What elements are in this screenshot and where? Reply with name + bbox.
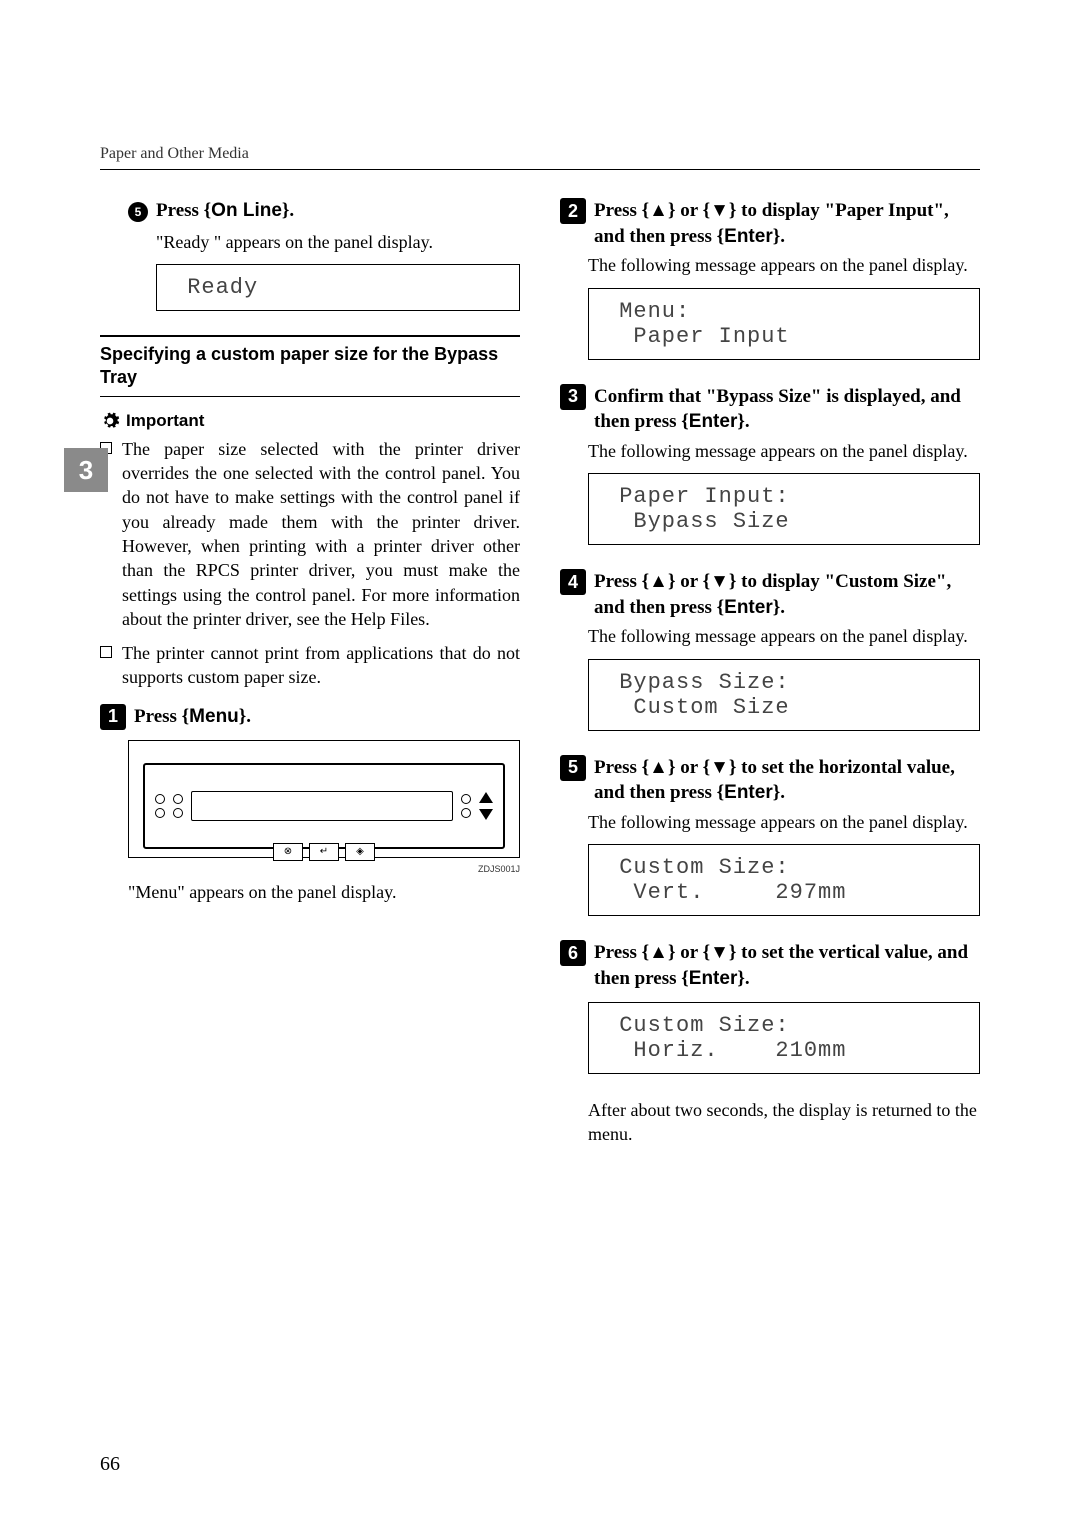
step-number-icon: 1	[100, 704, 126, 730]
step-number-icon: 4	[560, 569, 586, 595]
step-6-text: Press {▲} or {▼} to set the vertical val…	[594, 940, 980, 991]
step-number-icon: 3	[560, 384, 586, 410]
substep-text: Press {On Line}.	[156, 198, 294, 224]
t: or	[675, 571, 702, 592]
step-1: 1 Press {Menu}.	[100, 704, 520, 730]
t: or	[675, 200, 702, 221]
t: .	[780, 782, 785, 803]
lcd-menu: Menu: Paper Input	[588, 288, 980, 360]
t: .	[745, 411, 750, 432]
step-3: 3 Confirm that "Bypass Size" is displaye…	[560, 384, 980, 435]
period: .	[246, 706, 251, 727]
down-arrow-key-icon: ▼	[710, 940, 729, 966]
panel-btn-icon: ⊗	[273, 843, 303, 861]
press-label: Press	[156, 200, 204, 221]
lcd-custom-horiz: Custom Size: Horiz. 210mm	[588, 1002, 980, 1074]
msg-body: The following message appears on the pan…	[588, 624, 980, 648]
lcd-bypass-size: Bypass Size: Custom Size	[588, 659, 980, 731]
gear-icon	[100, 411, 120, 431]
control-panel-illustration: ⊗ ↵ ◈	[128, 740, 520, 858]
step-number-icon: 5	[560, 755, 586, 781]
left-column: 5 Press {On Line}. "Ready " appears on t…	[100, 198, 520, 1156]
step-6: 6 Press {▲} or {▼} to set the vertical v…	[560, 940, 980, 991]
up-arrow-key-icon: ▲	[649, 569, 668, 595]
bullet-2-text: The printer cannot print from applicatio…	[122, 641, 520, 690]
bullet-1: The paper size selected with the printer…	[100, 437, 520, 631]
panel-btn-icon: ↵	[309, 843, 339, 861]
down-arrow-key-icon: ▼	[710, 569, 729, 595]
panel-btn-icon: ◈	[345, 843, 375, 861]
step-1-body: "Menu" appears on the panel display.	[128, 880, 520, 904]
substep-5: 5 Press {On Line}.	[128, 198, 520, 224]
t: .	[780, 597, 785, 618]
msg-body: The following message appears on the pan…	[588, 253, 980, 277]
up-arrow-key-icon: ▲	[649, 940, 668, 966]
up-arrow-key-icon: ▲	[649, 755, 668, 781]
panel-display-icon	[191, 791, 453, 821]
t: .	[745, 968, 750, 989]
bullet-2: The printer cannot print from applicatio…	[100, 641, 520, 690]
down-arrow-key-icon: ▼	[710, 198, 729, 224]
enter-key-label: Enter	[724, 597, 773, 618]
up-arrow-key-icon: ▲	[649, 198, 668, 224]
substep-body: "Ready " appears on the panel display.	[156, 230, 520, 254]
lcd-ready: Ready	[156, 264, 520, 311]
t: Confirm that "Bypass Size" is displayed,…	[594, 386, 961, 433]
substep-number-icon: 5	[128, 202, 148, 222]
t: Press	[594, 757, 642, 778]
step-5-text: Press {▲} or {▼} to set the horizontal v…	[594, 755, 980, 806]
chapter-tab: 3	[64, 448, 108, 492]
important-heading: Important	[100, 411, 520, 431]
enter-key-label: Enter	[724, 782, 773, 803]
bullet-1-text: The paper size selected with the printer…	[122, 437, 520, 631]
step-2: 2 Press {▲} or {▼} to display "Paper Inp…	[560, 198, 980, 249]
important-label: Important	[126, 411, 204, 431]
lcd-custom-vert: Custom Size: Vert. 297mm	[588, 844, 980, 916]
square-bullet-icon	[100, 646, 112, 658]
step-4-text: Press {▲} or {▼} to display "Custom Size…	[594, 569, 980, 620]
step-number-icon: 2	[560, 198, 586, 224]
t: or	[675, 757, 702, 778]
online-key-label: On Line	[211, 200, 282, 221]
after-body: After about two seconds, the display is …	[588, 1098, 980, 1147]
press-label: Press	[134, 706, 182, 727]
t: Press	[594, 942, 642, 963]
enter-key-label: Enter	[689, 968, 738, 989]
step-4: 4 Press {▲} or {▼} to display "Custom Si…	[560, 569, 980, 620]
lcd-paper-input: Paper Input: Bypass Size	[588, 473, 980, 545]
enter-key-label: Enter	[689, 411, 738, 432]
step-3-text: Confirm that "Bypass Size" is displayed,…	[594, 384, 980, 435]
section-title: Specifying a custom paper size for the B…	[100, 343, 520, 390]
running-header: Paper and Other Media	[100, 145, 980, 170]
enter-key-label: Enter	[724, 226, 773, 247]
step-5: 5 Press {▲} or {▼} to set the horizontal…	[560, 755, 980, 806]
menu-key-label: Menu	[189, 706, 239, 727]
msg-body: The following message appears on the pan…	[588, 810, 980, 834]
down-triangle-icon	[479, 809, 493, 820]
step-2-text: Press {▲} or {▼} to display "Paper Input…	[594, 198, 980, 249]
down-arrow-key-icon: ▼	[710, 755, 729, 781]
msg-body: The following message appears on the pan…	[588, 439, 980, 463]
t: or	[675, 942, 702, 963]
up-triangle-icon	[479, 792, 493, 803]
step-1-text: Press {Menu}.	[134, 704, 251, 730]
t: .	[780, 226, 785, 247]
illustration-id: ZDJS001J	[128, 864, 520, 874]
t: Press	[594, 200, 642, 221]
period: .	[289, 200, 294, 221]
step-number-icon: 6	[560, 940, 586, 966]
t: Press	[594, 571, 642, 592]
page-number: 66	[100, 1453, 120, 1476]
right-column: 2 Press {▲} or {▼} to display "Paper Inp…	[560, 198, 980, 1156]
section-divider: Specifying a custom paper size for the B…	[100, 335, 520, 397]
